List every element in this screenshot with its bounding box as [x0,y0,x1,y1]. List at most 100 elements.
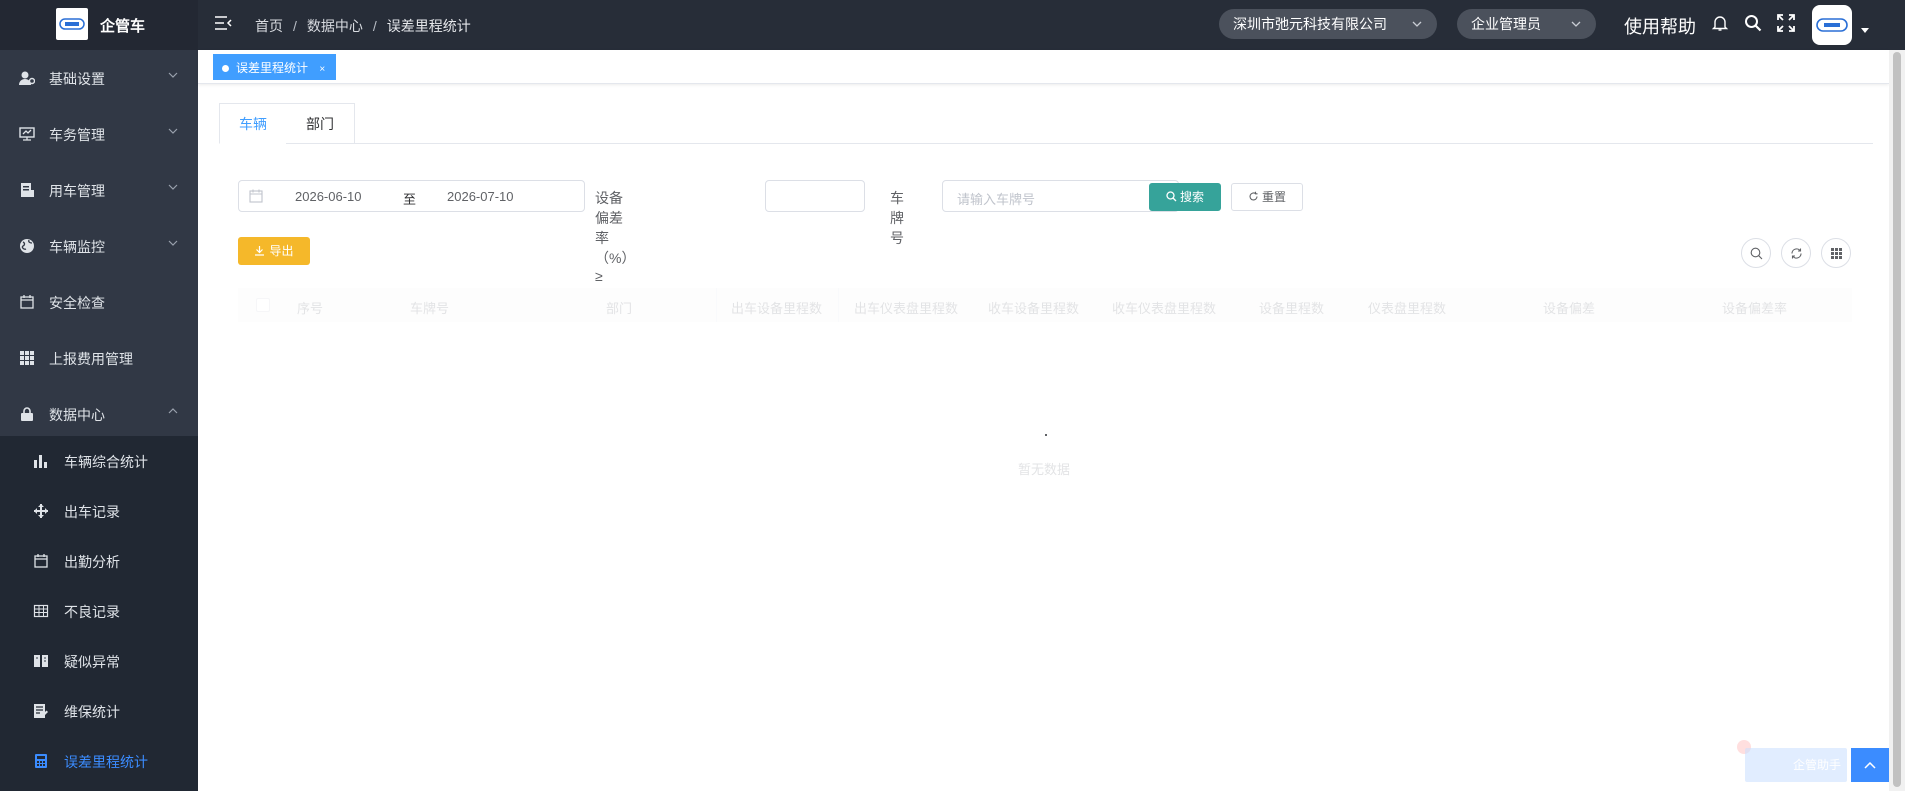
chevron-down-icon [1411,9,1423,51]
empty-state-text: 暂无数据 [1018,462,1071,477]
th-device-deviation-rate: 设备偏差率 [1722,301,1788,316]
company-select-value: 深圳市弛元科技有限公司 [1233,16,1387,32]
breadcrumb: 首页 / 数据中心 / 误差里程统计 [255,16,471,36]
chevron-down-icon [168,182,178,195]
sidebar-item-bad-records[interactable]: 不良记录 [0,586,198,636]
scrollbar-thumb[interactable] [1893,52,1901,787]
sidebar-item-basic-settings[interactable]: 基础设置 [0,50,198,106]
plate-number-input[interactable]: 请输入车牌号 [942,180,1179,212]
sidebar-item-vehicle-affairs[interactable]: 车务管理 [0,106,198,162]
search-button-label: 搜索 [1179,190,1204,204]
tags-view-bar: 误差里程统计 × [198,50,1889,84]
role-select[interactable]: 企业管理员 [1457,9,1596,39]
tab-vehicle[interactable]: 车辆 [219,103,287,144]
sidebar-item-expense-report[interactable]: 上报费用管理 [0,330,198,386]
help-link[interactable]: 使用帮助 [1624,13,1696,39]
sidebar-item-mileage-error[interactable]: 误差里程统计 [0,736,198,786]
column-divider [716,288,717,322]
sidebar: 基础设置 车务管理 用车管理 车辆监控 安全检查 上报费用管理 数据中心 车辆综… [0,50,198,791]
search-button[interactable]: 搜索 [1149,183,1221,211]
date-end[interactable]: 2026-07-10 [447,189,514,204]
th-out-dashboard-mileage: 出车仪表盘里程数 [854,301,959,316]
fullscreen-icon[interactable] [1777,14,1797,34]
search-icon[interactable] [1744,14,1764,34]
sidebar-item-data-center[interactable]: 数据中心 [0,386,198,442]
grid-icon [19,350,35,366]
edit-doc-icon [33,703,49,719]
th-in-dashboard-mileage: 收车仪表盘里程数 [1112,301,1217,316]
bell-icon[interactable] [1711,14,1731,34]
caret-down-icon[interactable] [1861,28,1869,33]
close-icon[interactable]: × [319,64,325,75]
sidebar-item-maintenance-stats[interactable]: 维保统计 [0,686,198,736]
table-header: 序号 车牌号 部门 出车设备里程数 出车仪表盘里程数 收车设备里程数 收车仪表盘… [238,288,1852,322]
calendar-icon [33,553,49,569]
tabs: 车辆 部门 [219,103,1873,144]
deviation-rate-label: 设备偏差率（%）≥ [595,190,636,284]
top-header: 企管车 首页 / 数据中心 / 误差里程统计 深圳市弛元科技有限公司 企业管理员 使用帮… [0,0,1905,50]
th-out-device-mileage: 出车设备里程数 [731,301,823,316]
grid-icon [1830,247,1842,259]
logo-area: 企管车 [0,0,198,50]
search-icon [1166,191,1177,202]
sub-item-label: 维保统计 [64,704,120,720]
sidebar-item-car-usage[interactable]: 用车管理 [0,162,198,218]
back-to-top-button[interactable] [1851,748,1889,782]
company-select[interactable]: 深圳市弛元科技有限公司 [1219,9,1437,39]
refresh-icon [1249,191,1258,201]
breadcrumb-sep: / [293,18,297,34]
date-range-separator: 至 [403,192,417,207]
plate-number-label: 车牌号 [890,190,904,246]
date-start[interactable]: 2026-06-10 [295,189,362,204]
toggle-search-button[interactable] [1741,238,1771,268]
select-all-checkbox[interactable] [256,298,270,312]
avatar[interactable] [1812,5,1852,45]
reset-button[interactable]: 重置 [1231,183,1303,211]
th-in-device-mileage: 收车设备里程数 [988,301,1080,316]
sidebar-item-suspected-anomaly[interactable]: 疑似异常 [0,636,198,686]
sub-item-label: 误差里程统计 [64,754,148,770]
th-device-mileage: 设备里程数 [1259,301,1325,316]
chevron-down-icon [168,126,178,139]
column-divider [838,288,839,322]
deviation-rate-input[interactable] [765,180,865,212]
sidebar-item-vehicle-stats[interactable]: 车辆综合统计 [0,436,198,486]
chevron-up-icon [1864,761,1876,769]
export-button-label: 导出 [269,244,294,258]
export-button[interactable]: 导出 [238,237,310,265]
sidebar-item-safety-check[interactable]: 安全检查 [0,274,198,330]
document-icon [19,182,35,198]
assistant-float-button[interactable]: 企管助手 [1745,748,1847,782]
page-scrollbar[interactable] [1889,50,1905,791]
tab-department[interactable]: 部门 [286,103,355,144]
th-index: 序号 [297,301,324,316]
refresh-button[interactable] [1781,238,1811,268]
columns-button[interactable] [1821,238,1851,268]
sidebar-item-attendance[interactable]: 出勤分析 [0,536,198,586]
sidebar-item-label: 车辆监控 [49,239,105,255]
chevron-down-icon [1570,9,1582,51]
download-icon [255,246,265,256]
sidebar-item-label: 车务管理 [49,127,105,143]
menu-fold-icon[interactable] [214,15,232,33]
calendar-icon [19,294,35,310]
date-range-picker[interactable]: 2026-06-10 至 2026-07-10 [238,180,585,212]
bar-chart-icon [33,453,49,469]
sidebar-item-vehicle-monitor[interactable]: 车辆监控 [0,218,198,274]
breadcrumb-data-center[interactable]: 数据中心 [307,18,363,34]
breadcrumb-home[interactable]: 首页 [255,18,283,34]
table-icon [33,603,49,619]
th-department: 部门 [606,301,633,316]
loading-indicator [1045,434,1047,436]
th-dashboard-mileage: 仪表盘里程数 [1368,301,1447,316]
tag-label: 误差里程统计 [236,61,309,75]
sub-item-label: 疑似异常 [64,654,120,670]
sidebar-item-label: 基础设置 [49,71,105,87]
app-root: 企管车 首页 / 数据中心 / 误差里程统计 深圳市弛元科技有限公司 企业管理员 使用帮… [0,0,1905,791]
breadcrumb-sep: / [372,18,377,34]
reset-button-label: 重置 [1261,190,1286,204]
sidebar-item-trip-records[interactable]: 出车记录 [0,486,198,536]
lock-icon [19,406,35,422]
sub-item-label: 车辆综合统计 [64,454,148,470]
tag-mileage-error[interactable]: 误差里程统计 × [213,54,337,80]
